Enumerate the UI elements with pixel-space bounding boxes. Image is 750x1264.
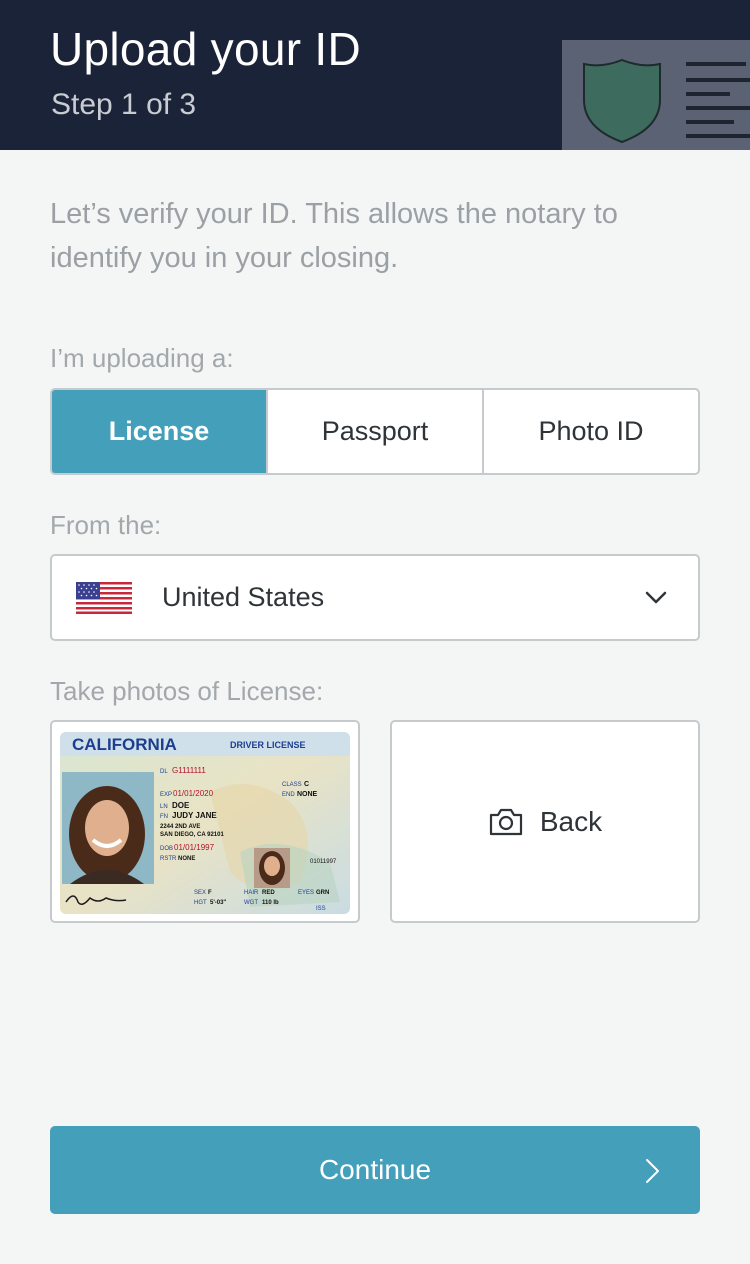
license-iss: ISS [316, 906, 326, 912]
license-address2: SAN DIEGO, CA 92101 [160, 832, 224, 838]
license-hgt: 5'-03" [210, 900, 226, 906]
photos-label: Take photos of License: [50, 676, 324, 706]
continue-label: Continue [318, 1154, 432, 1185]
license-dl: G1111111 [172, 766, 206, 775]
header: Upload your ID Step 1 of 3 [0, 0, 750, 150]
us-flag-icon [76, 582, 132, 614]
step-indicator: Step 1 of 3 [51, 88, 197, 121]
continue-button[interactable]: Continue [50, 1126, 700, 1214]
license-class: C [304, 781, 309, 788]
license-hair: RED [262, 890, 275, 896]
id-type-license-option[interactable]: License [52, 390, 266, 473]
back-label: Back [539, 805, 603, 837]
license-state: CALIFORNIA [72, 735, 177, 754]
svg-text:WGT: WGT [244, 900, 258, 906]
shield-document-icon [562, 40, 750, 150]
svg-text:FN: FN [160, 814, 168, 820]
id-type-label: I’m uploading a: [50, 343, 234, 373]
license-last-name: DOE [172, 801, 190, 810]
license-doc-type: DRIVER LICENSE [230, 740, 306, 750]
id-type-passport-option[interactable]: Passport [266, 390, 482, 473]
country-label: From the: [50, 510, 162, 540]
svg-text:DL: DL [160, 769, 168, 775]
license-eyes: GRN [316, 890, 329, 896]
svg-text:EXP: EXP [160, 792, 172, 798]
license-front-image: CALIFORNIA DRIVER LICENSE DL G1111111 EX… [60, 732, 350, 914]
front-photo-card[interactable]: CALIFORNIA DRIVER LICENSE DL G1111111 EX… [50, 720, 360, 923]
license-end: NONE [297, 791, 318, 798]
license-exp: 01/01/2020 [173, 789, 214, 798]
country-select[interactable]: United States [50, 554, 700, 641]
country-value: United States [162, 582, 325, 612]
license-wgt: 110 lb [262, 900, 279, 906]
svg-text:END: END [282, 792, 295, 798]
svg-text:LN: LN [160, 804, 168, 810]
svg-text:HGT: HGT [194, 900, 207, 906]
license-rstr: NONE [178, 856, 195, 862]
id-type-photo-id-option[interactable]: Photo ID [482, 390, 698, 473]
license-address1: 2244 2ND AVE [160, 824, 200, 830]
chevron-down-icon [645, 591, 667, 604]
back-photo-button[interactable]: Back [390, 720, 700, 923]
svg-text:HAIR: HAIR [244, 890, 259, 896]
intro-text: Let’s verify your ID. This allows the no… [50, 198, 618, 274]
svg-text:DOB: DOB [160, 846, 173, 852]
license-first-name: JUDY JANE [172, 811, 217, 820]
svg-text:CLASS: CLASS [282, 782, 302, 788]
svg-text:EYES: EYES [298, 890, 314, 896]
license-sex: F [208, 890, 212, 896]
id-type-selector: License Passport Photo ID [50, 388, 700, 475]
svg-text:RSTR: RSTR [160, 856, 177, 862]
license-side-number: 01011997 [310, 859, 337, 865]
chevron-right-icon [646, 1159, 659, 1183]
license-dob: 01/01/1997 [174, 843, 215, 852]
camera-icon [489, 808, 522, 835]
svg-text:SEX: SEX [194, 890, 206, 896]
page-title: Upload your ID [50, 23, 362, 75]
